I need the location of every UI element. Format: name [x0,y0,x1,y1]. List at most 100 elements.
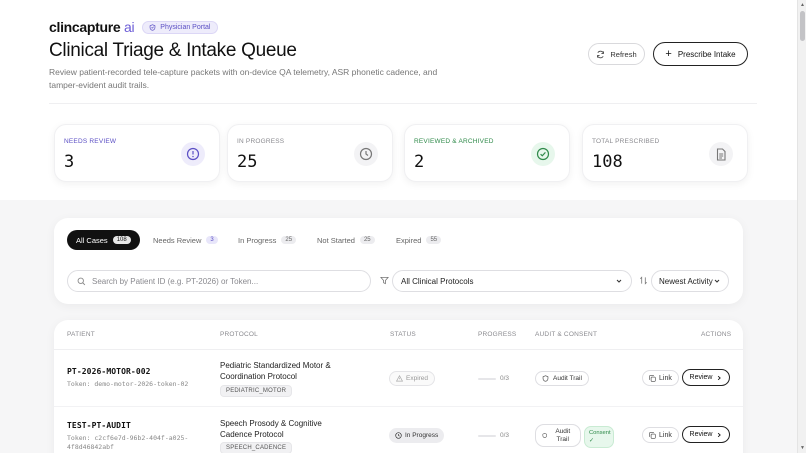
portal-badge: Physician Portal [142,20,219,34]
copy-icon [649,374,656,382]
scroll-up-arrow-icon[interactable]: ▲ [800,2,805,8]
stat-label: IN PROGRESS [237,138,285,145]
patient-id: TEST-PT-AUDIT [67,421,131,430]
status-badge: Expired [389,371,436,386]
brand-suffix: ai [123,19,135,35]
patient-id: PT-2026-MOTOR-002 [67,367,151,376]
progress-value: 0/3 [500,375,510,382]
tab-count: 55 [426,236,442,244]
progress-indicator: 0/3 [478,375,509,382]
stat-label: REVIEWED & ARCHIVED [414,138,494,145]
consent-badge: Consent ✓ [584,426,614,448]
stat-card-in-progress[interactable]: IN PROGRESS 25 [227,124,393,182]
stat-value: 108 [592,152,623,172]
tab-count: 3 [206,236,218,244]
brand-name: clincapture [49,19,121,35]
tab-expired[interactable]: Expired 55 [387,230,450,250]
filter-icon[interactable] [380,276,389,285]
audit-label: Audit Trail [553,375,582,382]
shield-icon [542,433,547,438]
clock-icon [395,432,402,439]
protocol-tag: PEDIATRIC_MOTOR [220,385,293,397]
table-row[interactable]: TEST-PT-AUDIT Token: c2cf6e7d-96b2-404f-… [54,407,743,453]
tab-label: All Cases [76,235,108,245]
audit-trail-button[interactable]: Audit Trail [535,424,581,447]
column-header: PROTOCOL [220,331,258,338]
prescribe-label: Prescribe Intake [677,49,736,59]
progress-indicator: 0/3 [478,432,509,439]
review-button[interactable]: Review [682,426,730,443]
patient-token: Token: c2cf6e7d-96b2-404f-a025-4f8d46842… [67,434,189,451]
search-placeholder: Search by Patient ID (e.g. PT-2026) or T… [92,276,259,286]
tab-needs-review[interactable]: Needs Review 3 [144,230,227,250]
audit-label: Audit Trail [555,427,571,443]
stat-value: 25 [237,152,258,172]
stat-card-reviewed-archived[interactable]: REVIEWED & ARCHIVED 2 [404,124,570,182]
stat-card-needs-review[interactable]: NEEDS REVIEW 3 [54,124,220,182]
sort-select-value: Newest Activity [659,276,713,286]
protocol-select-value: All Clinical Protocols [401,276,474,286]
protocol-name: Pediatric Standardized Motor & Coordinat… [220,361,331,381]
audit-trail-button[interactable]: Audit Trail [535,371,589,386]
portal-badge-label: Physician Portal [160,23,211,31]
clock-icon [354,142,378,166]
tab-label: Not Started [317,235,355,245]
copy-link-button[interactable]: Link [642,370,679,386]
chevron-down-icon [714,279,720,283]
protocol-tag: SPEECH_CADENCE [220,442,293,453]
stat-value: 2 [414,152,425,172]
review-button[interactable]: Review [682,369,730,386]
page-description: Review patient-recorded tele-capture pac… [49,67,438,90]
alert-circle-icon [181,142,205,166]
shield-check-icon [149,23,156,31]
brand: clincapture ai Physician Portal [49,19,219,35]
divider [49,103,757,104]
protocol-select[interactable]: All Clinical Protocols [392,270,632,292]
page-title: Clinical Triage & Intake Queue [49,40,297,61]
review-label: Review [689,374,713,381]
scroll-down-arrow-icon[interactable]: ▼ [800,445,805,451]
copy-link-button[interactable]: Link [642,427,679,443]
tab-all-cases[interactable]: All Cases 108 [67,230,140,250]
stat-label: NEEDS REVIEW [64,138,117,145]
scrollbar-thumb[interactable] [800,11,805,41]
document-icon [709,142,733,166]
refresh-label: Refresh [610,49,637,59]
stat-label: TOTAL PRESCRIBED [592,138,660,145]
warning-icon [396,375,403,382]
table-header: PATIENT PROTOCOL STATUS PROGRESS AUDIT &… [54,320,743,350]
table-row[interactable]: PT-2026-MOTOR-002 Token: demo-motor-2026… [54,350,743,407]
tab-not-started[interactable]: Not Started 25 [308,230,384,250]
column-header: PATIENT [67,331,95,338]
brand-logo[interactable]: clincapture ai [49,19,135,35]
status-label: In Progress [405,432,439,439]
sort-icon[interactable] [639,276,648,285]
copy-icon [649,431,656,439]
column-header: PROGRESS [478,331,517,338]
cases-table: PATIENT PROTOCOL STATUS PROGRESS AUDIT &… [54,320,743,453]
column-header: AUDIT & CONSENT [535,331,598,338]
tab-count: 108 [112,236,131,244]
tab-in-progress[interactable]: In Progress 25 [229,230,305,250]
vertical-scrollbar[interactable]: ▲ ▼ [797,0,806,453]
chevron-right-icon [718,375,722,380]
filter-panel: All Cases 108 Needs Review 3 In Progress… [54,218,743,304]
link-label: Link [659,431,672,439]
status-badge: In Progress [389,428,445,443]
plus-icon: + [665,47,672,60]
progress-bar [478,377,496,380]
refresh-icon [597,50,605,58]
prescribe-intake-button[interactable]: + Prescribe Intake [653,42,748,66]
column-header: ACTIONS [701,331,732,338]
check-circle-icon [531,142,555,166]
refresh-button[interactable]: Refresh [588,43,645,65]
progress-value: 0/3 [500,432,510,439]
tab-label: Expired [396,235,422,245]
tab-label: In Progress [238,235,277,245]
status-label: Expired [406,375,429,382]
tab-count: 25 [359,236,375,244]
patient-token: Token: demo-motor-2026-token-02 [67,380,189,388]
search-input[interactable]: Search by Patient ID (e.g. PT-2026) or T… [67,270,371,292]
sort-select[interactable]: Newest Activity [651,270,729,292]
stat-card-total-prescribed[interactable]: TOTAL PRESCRIBED 108 [582,124,748,182]
